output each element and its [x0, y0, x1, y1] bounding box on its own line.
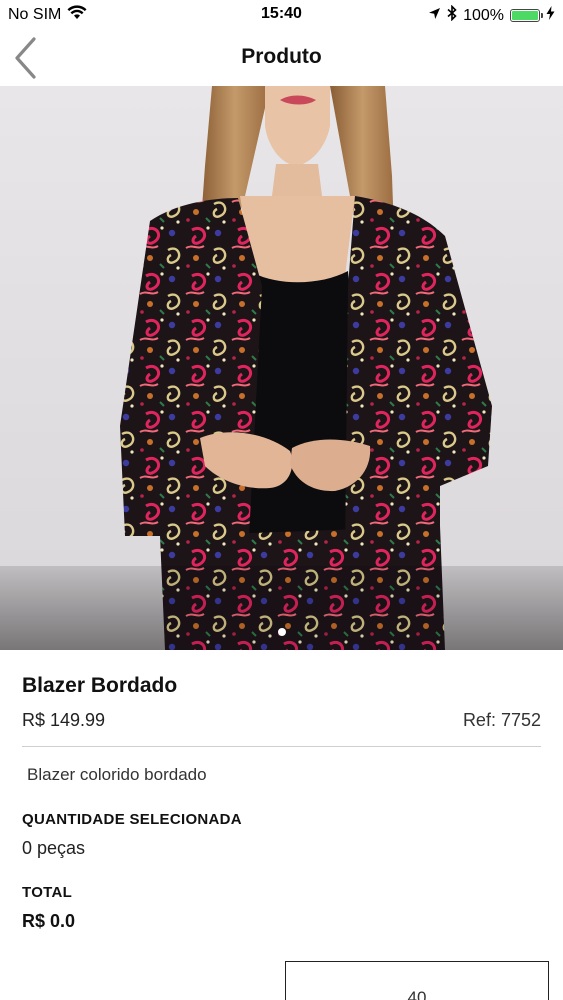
product-image-carousel[interactable] [0, 86, 563, 650]
divider [22, 746, 541, 747]
product-photo [0, 86, 563, 650]
location-arrow-icon [428, 7, 441, 25]
carousel-dot-active[interactable] [277, 628, 286, 636]
total-value: R$ 0.0 [22, 911, 76, 931]
total-label: TOTAL [22, 884, 73, 901]
battery-percent: 100% [463, 6, 504, 24]
product-screen: No SIM 15:40 100% Produto Blazer Bordado… [0, 0, 563, 1000]
charging-bolt-icon [546, 6, 555, 25]
bluetooth-icon [447, 4, 457, 26]
quantity-label: QUANTIDADE SELECIONADA [22, 811, 242, 828]
chevron-left-icon [10, 37, 40, 84]
battery-icon [510, 9, 543, 22]
battery-fill [512, 11, 538, 20]
size-option-label: 40 [407, 988, 427, 1000]
status-bar: No SIM 15:40 100% [0, 0, 563, 30]
quantity-value: 0 peças [22, 838, 86, 858]
page-title: Produto [241, 45, 322, 68]
product-price: R$ 149.99 [22, 710, 106, 730]
status-right: 100% [428, 4, 555, 26]
carousel-dots [0, 628, 563, 636]
size-option-button[interactable]: 40 [285, 961, 549, 1000]
product-ref: Ref: 7752 [462, 710, 541, 730]
nav-bar: Produto [0, 30, 563, 86]
product-name: Blazer Bordado [22, 674, 178, 697]
product-description: Blazer colorido bordado [27, 765, 207, 784]
